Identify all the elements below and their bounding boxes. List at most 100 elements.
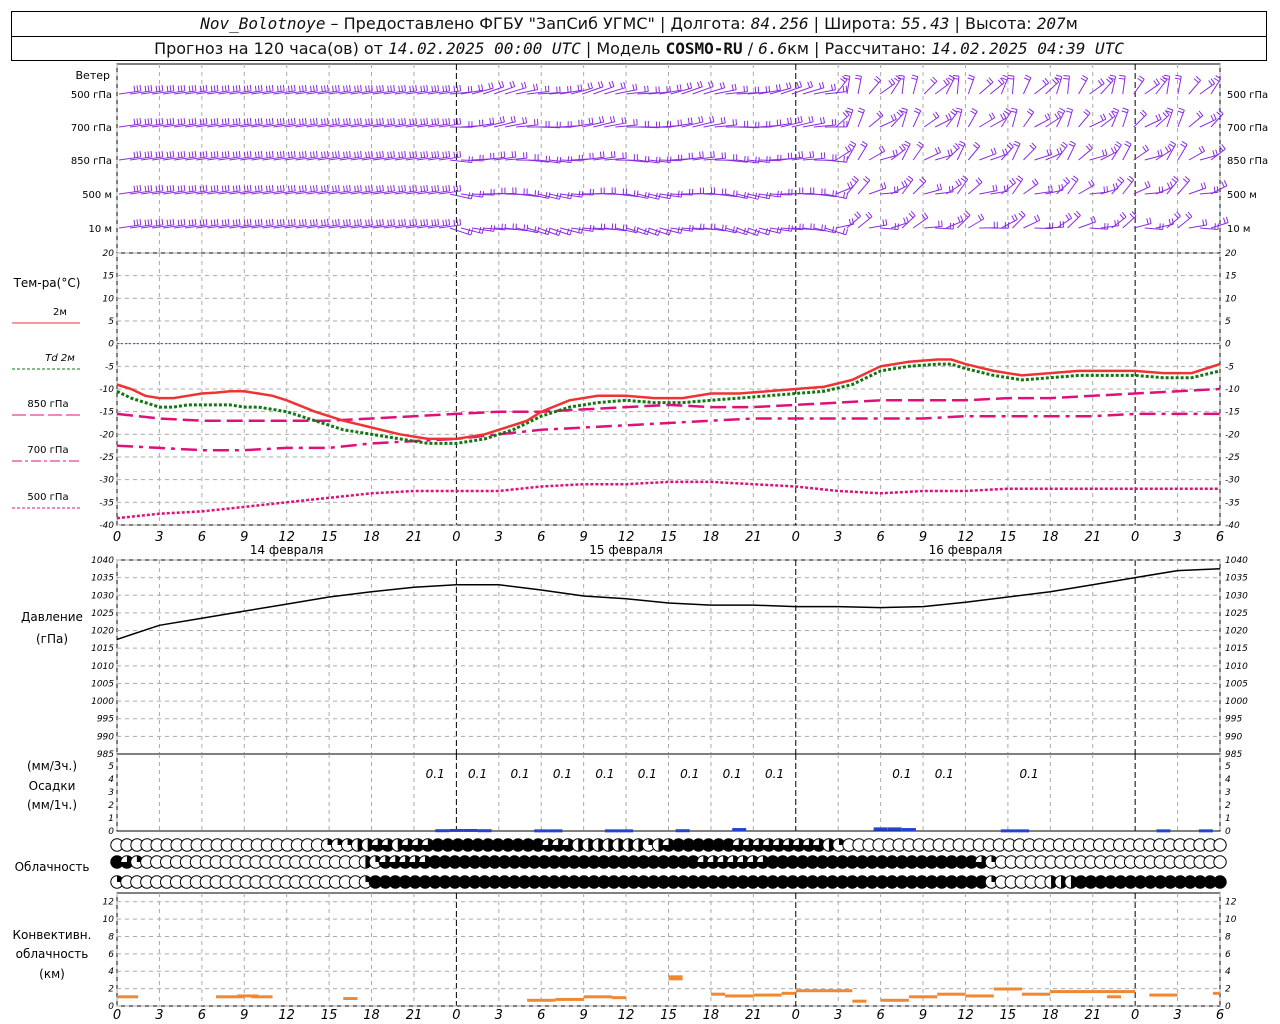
wind-barb-flag <box>873 78 880 83</box>
wind-barb-flag <box>301 151 304 158</box>
wind-barb-flag <box>271 84 274 92</box>
wind-barb-flag <box>183 150 186 158</box>
x-tick-label: 21 <box>1084 1008 1101 1023</box>
y-tick-right: -35 <box>1225 498 1240 508</box>
wind-barb-flag <box>133 85 136 92</box>
wind-barb-flag <box>404 184 407 192</box>
wind-barb-flag <box>1175 74 1182 77</box>
wind-barb-flag <box>657 229 661 236</box>
wind-barb-flag <box>260 218 263 226</box>
wind-barb-flag <box>232 118 235 125</box>
wind-barb-flag <box>788 224 790 231</box>
wind-barb-flag <box>830 84 834 91</box>
x-tick-label: 0 <box>452 530 460 545</box>
wind-barb-flag <box>501 80 505 87</box>
wind-barb-flag <box>547 85 550 92</box>
wind-barb-flag <box>426 84 429 92</box>
wind-barb-flag <box>133 151 136 158</box>
wind-barb-flag <box>194 150 197 158</box>
wind-barb <box>967 181 983 195</box>
wind-barb-flag <box>1164 146 1169 153</box>
wind-barb-flag <box>1093 216 1097 223</box>
wind-barb-flag <box>246 219 249 226</box>
wind-barb-flag <box>1202 219 1205 226</box>
wind-barb-flag <box>478 84 481 91</box>
wind-barb-flag <box>349 218 351 226</box>
wind-barb-flag <box>934 148 939 154</box>
wind-barb-flag <box>301 185 304 192</box>
wind-barb-flag <box>232 85 235 92</box>
wind-barb-flag <box>191 185 194 192</box>
wind-barb-flag <box>276 151 279 158</box>
wind-barb-flag <box>298 219 301 226</box>
wind-barb-flag <box>635 83 638 90</box>
wind-barb <box>1111 180 1125 195</box>
wind-barb-flag <box>514 151 517 158</box>
wind-barb-flag <box>376 151 378 158</box>
wind-barb-flag <box>279 219 282 226</box>
wind-barb-flag <box>898 145 904 152</box>
wind-barb-flag <box>1110 147 1115 154</box>
wind-barb-flag <box>587 83 591 90</box>
wind-barb-flag <box>227 184 230 192</box>
wind-barb-flag <box>166 118 169 125</box>
wind-barb-flag <box>365 85 367 92</box>
wind-barb-flag <box>924 212 929 218</box>
wind-barb-flag <box>689 82 693 89</box>
wind-barb-flag <box>323 85 326 92</box>
wind-barb-flag <box>1011 107 1018 111</box>
wind-barb-flag <box>260 117 263 125</box>
y-tick-left: 15 <box>103 272 115 282</box>
precip-bar <box>1000 829 1015 833</box>
wind-barb-flag <box>304 150 307 158</box>
wind-barb-flag <box>1147 180 1151 187</box>
y-tick-left: 2 <box>108 801 114 811</box>
wind-barb-flag <box>1210 114 1214 121</box>
wind-barb-flag <box>1067 212 1073 219</box>
wind-barb-flag <box>150 117 153 125</box>
wind-barb-flag <box>1034 178 1039 184</box>
wind-barb-flag <box>227 84 230 92</box>
precip-bar <box>1198 829 1213 833</box>
wind-barb-flag <box>1182 178 1189 184</box>
x-tick-label: 6 <box>876 1008 884 1023</box>
wind-barb-flag <box>861 141 868 145</box>
wind-barb <box>1133 114 1147 128</box>
wind-barb-flag <box>1013 143 1019 147</box>
wind-barb-flag <box>213 219 216 226</box>
wind-barb-flag <box>459 184 462 192</box>
wind-barb-flag <box>1159 78 1166 83</box>
wind-barb-flag <box>323 185 326 192</box>
wind-barb-flag <box>205 117 208 125</box>
y-tick-right: 1005 <box>1225 679 1248 689</box>
wind-barb-flag <box>1065 110 1072 114</box>
wind-barb-flag <box>210 151 213 158</box>
wind-barb-flag <box>304 184 307 192</box>
wind-barb-flag <box>166 151 169 158</box>
wind-barb-flag <box>960 215 964 222</box>
wind-barb-flag <box>257 151 260 158</box>
meteogram: 500 гПа 500 гПа 700 гПа 700 гПа 850 гПа 850 г… <box>12 63 1268 1023</box>
wind-barb-flag <box>597 81 601 88</box>
y-tick-right: 985 <box>1225 750 1242 760</box>
wind-barb-flag <box>172 84 175 92</box>
wind-barb-flag <box>431 151 434 158</box>
wind-barb-flag <box>1223 217 1226 224</box>
wind-barb-flag <box>932 113 937 119</box>
precip-3h-label: 0.1 <box>935 767 954 781</box>
wind-barb-flag <box>368 219 370 226</box>
wind-barb-flag <box>937 146 941 153</box>
wind-barb-flag <box>404 218 407 226</box>
wind-barb-flag <box>379 185 381 192</box>
precip-bar <box>1015 829 1030 833</box>
wind-barb-flag <box>371 184 373 192</box>
wind-barb-flag <box>412 151 415 158</box>
wind-barb-flag <box>183 84 186 92</box>
wind-barb-flag <box>188 185 191 192</box>
wind-barb-flag <box>1071 177 1077 183</box>
wind-barb-flag <box>686 83 690 90</box>
wind-barb-flag <box>243 151 246 158</box>
wind-barb-flag <box>379 151 381 158</box>
wind-barb-flag <box>382 117 384 125</box>
wind-barb-flag <box>865 213 871 219</box>
